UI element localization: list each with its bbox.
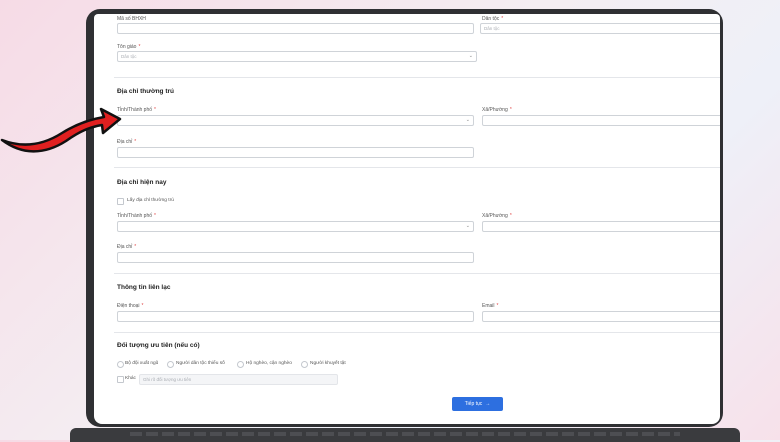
dan-toc-input[interactable]: Dân tộc [480,23,720,34]
priority-radio[interactable] [117,361,124,368]
same-address-label: Lấy địa chỉ thường trú [127,198,174,203]
thuong-tru-xa-label: Xã/Phường * [482,107,512,113]
continue-button[interactable]: Tiếp tục → [452,397,503,411]
ton-giao-label: Tôn giáo * [117,44,141,50]
priority-option-label: Hộ nghèo, cận nghèo [246,361,292,366]
other-priority-checkbox[interactable] [117,376,124,383]
thuong-tru-dia-chi-input[interactable] [117,147,474,158]
section-title-thuong-tru: Địa chỉ thường trú [117,88,174,95]
same-address-checkbox[interactable] [117,198,124,205]
priority-radio[interactable] [237,361,244,368]
thuong-tru-tinh-select[interactable]: ⌄ [117,115,474,126]
bhxh-label: Mã số BHXH [117,16,146,22]
hien-nay-dia-chi-label: Địa chỉ * [117,244,137,250]
priority-option-label: Người dân tộc thiểu số [176,361,225,366]
section-title-lien-lac: Thông tin liên lạc [117,284,171,291]
registration-form: Mã số BHXH Dân tộc * Dân tộc Tôn giáo * Dâ… [94,14,720,424]
email-label: Email * [482,303,499,309]
dan-toc-label: Dân tộc * [482,16,504,22]
divider [114,273,720,274]
hien-nay-tinh-label: Tỉnh/Thành phố * [117,213,156,219]
browser-screen: Mã số BHXH Dân tộc * Dân tộc Tôn giáo * Dâ… [94,14,720,424]
divider [114,77,720,78]
section-title-uu-tien: Đối tượng ưu tiên (nếu có) [117,342,200,349]
phone-input[interactable] [117,311,474,322]
divider [114,167,720,168]
section-title-hien-nay: Địa chỉ hiện nay [117,179,167,186]
chevron-down-icon: ⌄ [468,53,473,59]
continue-button-label: Tiếp tục [464,401,483,407]
phone-label: Điện thoại * [117,303,144,309]
thuong-tru-xa-select[interactable] [482,115,720,126]
divider [114,332,720,333]
hien-nay-xa-select[interactable] [482,221,720,232]
hien-nay-tinh-select[interactable]: ⌄ [117,221,474,232]
email-input[interactable] [482,311,720,322]
priority-radio[interactable] [301,361,308,368]
red-arrow-pointer [0,107,122,153]
hien-nay-dia-chi-input[interactable] [117,252,474,263]
ton-giao-select[interactable]: Dân tộc ⌄ [117,51,477,62]
priority-option-label: Bộ đội xuất ngũ [125,361,159,366]
other-priority-label: Khác [125,376,136,381]
priority-radio[interactable] [167,361,174,368]
hien-nay-xa-label: Xã/Phường * [482,213,512,219]
keyboard-keys [130,432,680,436]
chevron-down-icon: ⌄ [465,117,470,123]
arrow-right-icon: → [485,401,491,407]
priority-option-label: Người khuyết tật [310,361,346,366]
bhxh-input[interactable] [117,23,474,34]
chevron-down-icon: ⌄ [465,223,470,229]
other-priority-input[interactable]: Ghi rõ đối tượng ưu tiên [139,374,338,385]
